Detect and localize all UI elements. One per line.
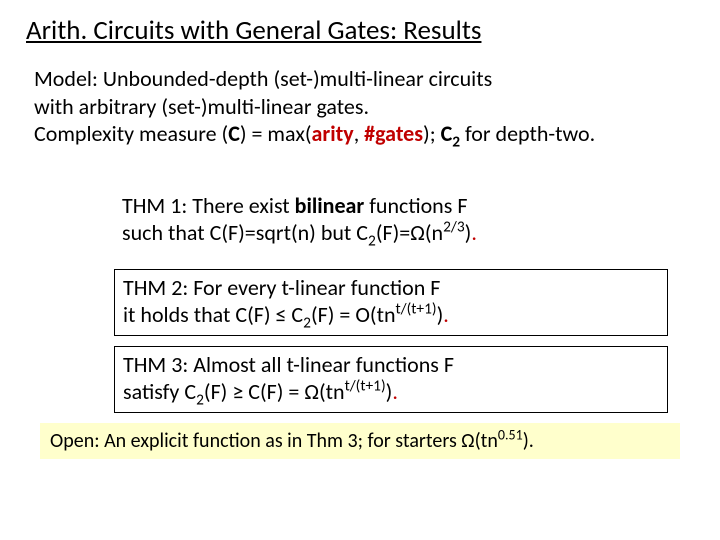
model-block: Model: Unbounded-depth (set-)multi-linea… [34,65,694,148]
open-c: ). [523,429,534,453]
thm2: THM 2: For every t-linear function F it … [114,269,668,336]
thm2-sub2: 2 [303,313,311,332]
open-label: Open: [50,429,100,453]
model-line2: with arbitrary (set-)multi-linear gates. [34,93,369,120]
thm1: THM 1: There exist bilinear functions F … [114,188,668,253]
thm3-sub2: 2 [196,390,204,409]
thm1-c: such that C(F)=sqrt(n) but C [122,219,368,246]
model-arity: arity [312,120,354,147]
thm1-sub2: 2 [368,231,376,250]
open-omega: Ω [461,429,474,453]
model-line3b: ) = max( [240,120,312,147]
thm2-sup: t/(t+1) [396,300,437,319]
thm1-e: (n [425,219,443,246]
thm3-dot: . [392,378,398,405]
open-sup: 0.51 [498,426,523,443]
model-line3c: , [354,120,364,147]
thm1-d: (F)= [376,219,410,246]
model-C2: C [441,120,453,147]
thm1-dot: . [471,219,477,246]
theorem-block: THM 1: There exist bilinear functions F … [114,188,668,413]
slide-title: Arith. Circuits with General Gates: Resu… [26,14,694,47]
thm1-omega: Ω [410,219,425,246]
thm3-b: satisfy C [123,378,196,405]
thm1-bilinear: bilinear [295,192,365,219]
thm2-dot: . [443,301,449,328]
thm1-sup: 2/3 [443,218,465,237]
thm2-c: (F) = O(tn [311,301,396,328]
thm1-a: THM 1: There exist [122,192,295,219]
thm3-a: THM 3: Almost all t-linear functions F [123,351,454,378]
open-problem: Open: An explicit function as in Thm 3; … [40,423,680,459]
model-line3e: for depth-two. [460,120,595,147]
thm3-d: (tn [319,378,345,405]
thm3-omega: Ω [304,378,319,405]
model-label: Model: [34,65,98,92]
thm3: THM 3: Almost all t-linear functions F s… [114,346,668,413]
thm3-sup: t/(t+1) [345,377,386,396]
thm2-b: it holds that C(F) ≤ C [123,301,303,328]
model-gates: #gates [364,120,423,147]
thm1-b: functions F [364,192,467,219]
thm2-a: THM 2: For every t-linear function F [123,274,440,301]
model-line3d: ); [423,120,441,147]
model-C: C [228,120,240,147]
model-sub2: 2 [452,132,460,151]
open-a: An explicit function as in Thm 3; for st… [100,429,462,453]
model-line3a: Complexity measure ( [34,120,228,147]
open-b: (tn [475,429,498,453]
thm3-c: (F) ≥ C(F) = [204,378,304,405]
model-line1: Unbounded-depth (set-)multi-linear circu… [98,65,492,92]
slide: Arith. Circuits with General Gates: Resu… [0,0,720,459]
